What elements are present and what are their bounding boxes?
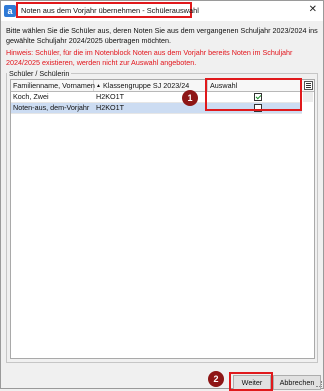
row-name: Noten-aus, dem-Vorjahr	[13, 103, 90, 112]
column-header-klasse-label: Klassengruppe SJ 2023/24	[102, 81, 190, 90]
app-logo-icon: a	[4, 5, 16, 17]
next-highlight-box	[229, 372, 273, 391]
resize-grip-icon[interactable]	[316, 381, 322, 387]
intro-text: Bitte wählen Sie die Schüler aus, deren …	[6, 26, 318, 45]
column-chooser-icon[interactable]	[304, 81, 313, 90]
dialog-window: a Noten aus dem Vorjahr übernehmen - Sch…	[0, 0, 324, 391]
step-marker-1: 1	[182, 90, 198, 106]
sort-ascending-icon: ▲	[96, 83, 101, 89]
title-bar: a Noten aus dem Vorjahr übernehmen - Sch…	[1, 1, 323, 21]
auswahl-highlight-box	[205, 78, 302, 111]
step-marker-2: 2	[208, 371, 224, 387]
close-icon[interactable]: ✕	[309, 4, 317, 16]
student-table: Familienname, Vornamen ▲ Klassengruppe SJ…	[10, 79, 315, 359]
window-title: Noten aus dem Vorjahr übernehmen - Schül…	[21, 6, 199, 15]
scrollbar-stub[interactable]	[303, 92, 313, 102]
row-name: Koch, Zwei	[13, 92, 49, 101]
hint-text: Hinweis: Schüler, für die im Notenblock …	[6, 48, 293, 67]
column-header-name[interactable]: Familienname, Vornamen	[11, 80, 95, 91]
title-highlight-box: Noten aus dem Vorjahr übernehmen - Schül…	[16, 2, 199, 18]
group-label: Schüler / Schülerin	[7, 69, 72, 78]
cancel-button[interactable]: Abbrechen	[273, 375, 321, 390]
